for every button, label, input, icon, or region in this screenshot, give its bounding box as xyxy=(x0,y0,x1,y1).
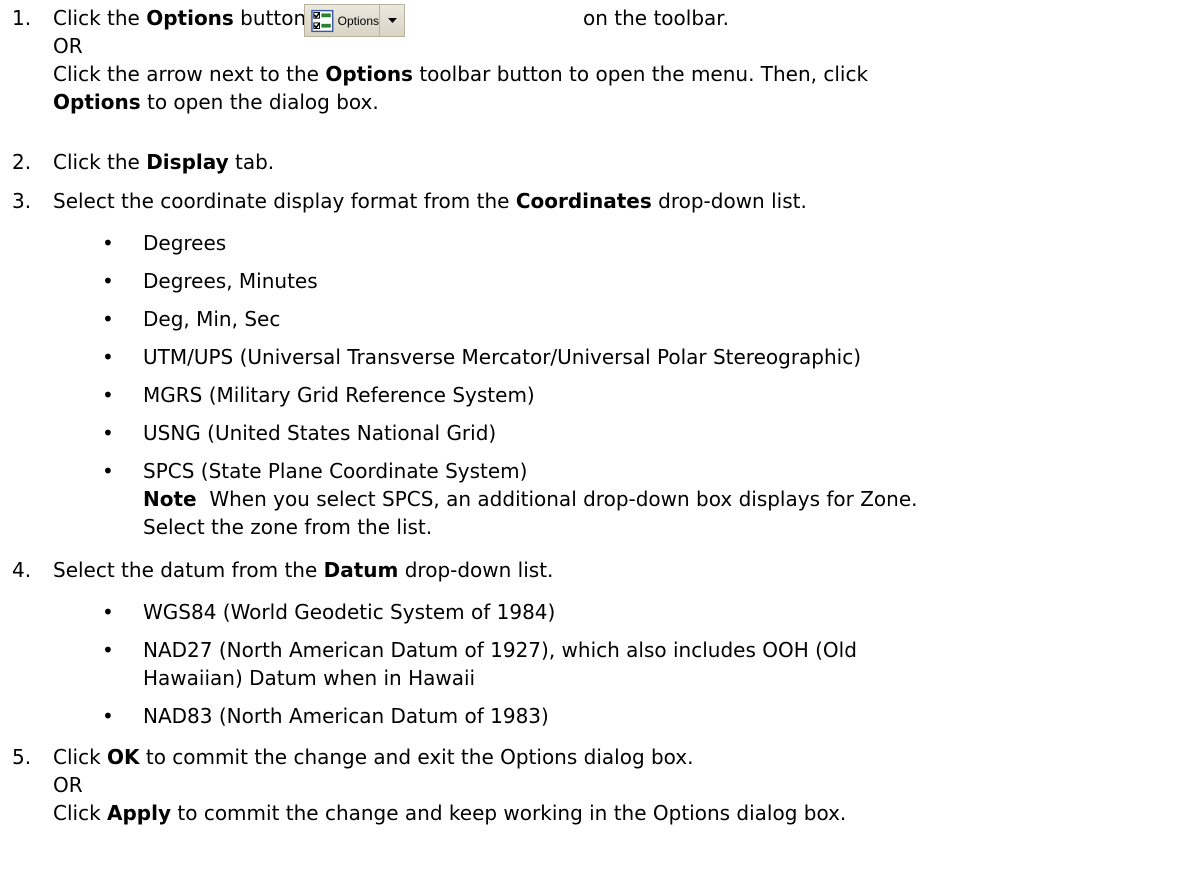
step-body: Select the coordinate display format fro… xyxy=(53,187,1193,215)
bullet: • xyxy=(102,307,114,331)
step-body: Click OK to commit the change and exit t… xyxy=(53,743,1193,827)
list-item-line: Hawaiian) Datum when in Hawaii xyxy=(143,666,476,690)
step-text: toolbar button to open the menu. Then, c… xyxy=(412,62,869,86)
list-item-text: Deg, Min, Sec xyxy=(143,307,281,331)
step-text: Click xyxy=(53,745,108,769)
ui-term: Options xyxy=(53,90,141,114)
step-text: drop-down list. xyxy=(651,189,807,213)
step-text: to commit the change and keep working in… xyxy=(171,801,847,825)
step-text: drop-down list. xyxy=(398,558,554,582)
bullet: • xyxy=(102,383,114,407)
step-body: Click the Options button on the toolbar. xyxy=(53,4,1193,116)
step-number: 1. xyxy=(12,6,32,30)
ui-term: Datum xyxy=(323,558,399,582)
list-item-text: SPCS (State Plane Coordinate System) Not… xyxy=(143,457,1193,541)
bullet: • xyxy=(102,269,114,293)
ui-term: Coordinates xyxy=(515,189,652,213)
list-item-text: Degrees, Minutes xyxy=(143,269,318,293)
step-text: Select the datum from the xyxy=(53,558,324,582)
help-page: 1. Click the Options button on the toolb… xyxy=(0,0,1202,888)
options-button-main: Options xyxy=(305,5,380,36)
bullet: • xyxy=(102,459,114,483)
step-text: Click the xyxy=(53,6,147,30)
list-item-text: NAD27 (North American Datum of 1927), wh… xyxy=(143,636,1193,692)
step-number: 4. xyxy=(12,558,32,582)
step-number: 5. xyxy=(12,745,32,769)
step-text: Select the coordinate display format fro… xyxy=(53,189,516,213)
note-text: Select the zone from the list. xyxy=(143,515,433,539)
list-item-line: NAD27 (North American Datum of 1927), wh… xyxy=(143,638,857,662)
step-text: Click the arrow next to the xyxy=(53,62,326,86)
list-item-text: MGRS (Military Grid Reference System) xyxy=(143,383,535,407)
ui-term: OK xyxy=(107,745,140,769)
ui-term: Options xyxy=(325,62,413,86)
step-text: on the toolbar. xyxy=(583,6,730,30)
list-item-text: USNG (United States National Grid) xyxy=(143,421,497,445)
list-item-text: NAD83 (North American Datum of 1983) xyxy=(143,704,549,728)
step-text: to open the dialog box. xyxy=(140,90,379,114)
step-text: to commit the change and exit the Option… xyxy=(139,745,694,769)
step-text: tab. xyxy=(228,150,275,174)
step-body: Select the datum from the Datum drop-dow… xyxy=(53,556,1193,584)
or-text: OR xyxy=(53,34,83,58)
step-body: Click the Display tab. xyxy=(53,148,1193,176)
bullet: • xyxy=(102,600,114,624)
bullet: • xyxy=(102,704,114,728)
bullet: • xyxy=(102,638,114,662)
or-text: OR xyxy=(53,773,83,797)
options-toolbar-button: Options xyxy=(304,4,405,37)
ui-term: Display xyxy=(146,150,229,174)
note-label: Note xyxy=(143,487,197,511)
list-item-text: Degrees xyxy=(143,231,227,255)
step-text: Click xyxy=(53,801,108,825)
checklist-icon xyxy=(311,9,334,32)
list-item-text: WGS84 (World Geodetic System of 1984) xyxy=(143,600,556,624)
step-number: 2. xyxy=(12,150,32,174)
dropdown-arrow-icon xyxy=(380,5,404,36)
list-item-text: UTM/UPS (Universal Transverse Mercator/U… xyxy=(143,345,862,369)
bullet: • xyxy=(102,231,114,255)
bullet: • xyxy=(102,345,114,369)
ui-term: Options xyxy=(146,6,234,30)
ui-term: Apply xyxy=(107,801,172,825)
list-item-label: SPCS (State Plane Coordinate System) xyxy=(143,459,528,483)
bullet: • xyxy=(102,421,114,445)
step-number: 3. xyxy=(12,189,32,213)
step-text: Click the xyxy=(53,150,147,174)
note-text: When you select SPCS, an additional drop… xyxy=(196,487,918,511)
step-text: button xyxy=(233,6,307,30)
options-button-label: Options xyxy=(337,13,379,28)
